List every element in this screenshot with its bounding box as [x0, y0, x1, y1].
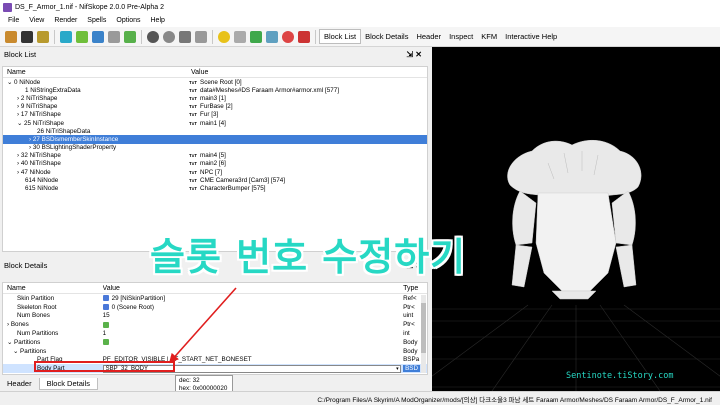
annotation-arrow	[168, 287, 237, 364]
